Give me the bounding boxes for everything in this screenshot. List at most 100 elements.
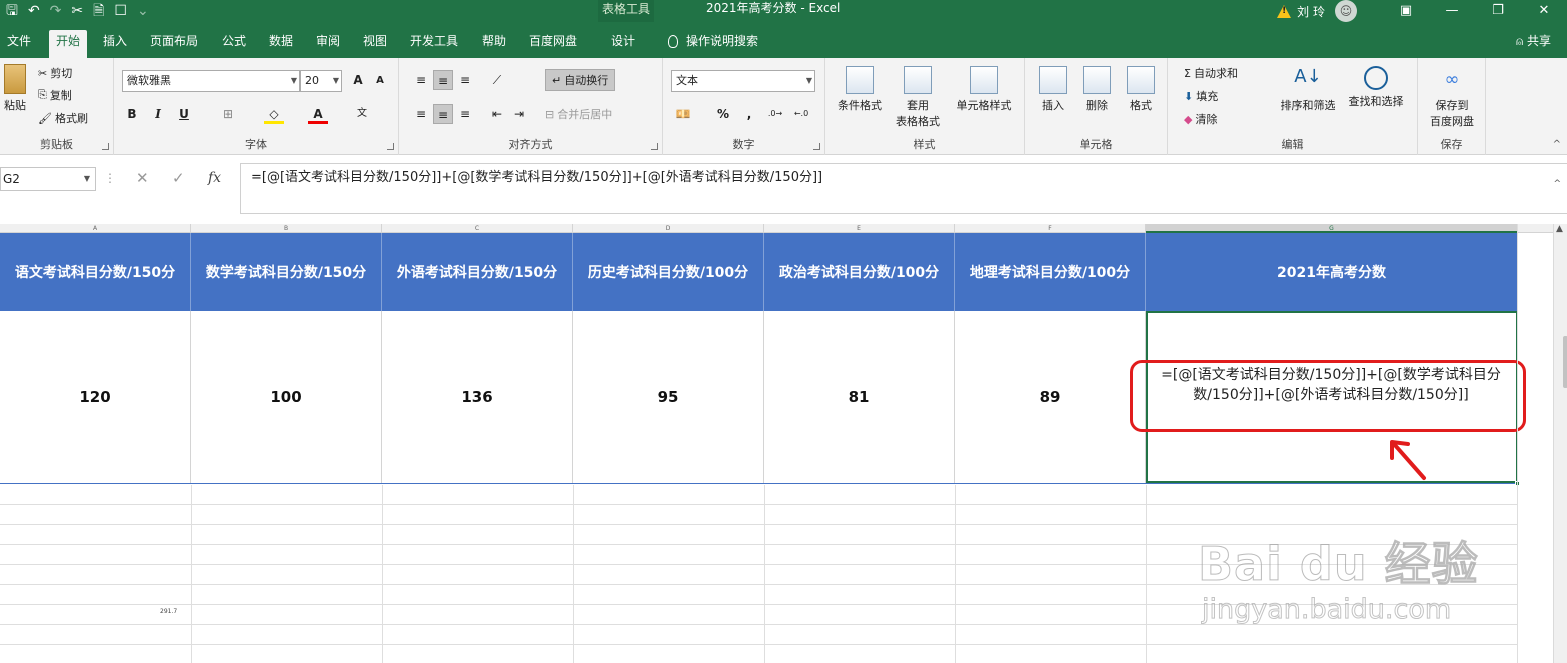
share-button[interactable]: ⍝ 共享 (1516, 30, 1551, 52)
name-box[interactable]: G2 ▼ (0, 167, 96, 191)
vertical-scrollbar[interactable]: ▲ (1553, 224, 1567, 663)
font-size-select[interactable]: 20 ▼ (300, 70, 342, 92)
borders-icon[interactable]: ⊞ (218, 104, 238, 124)
user-name[interactable]: 刘 玲 (1297, 3, 1325, 20)
increase-decimal-icon[interactable]: .0→ (765, 104, 785, 124)
align-left-icon[interactable]: ≡ (411, 104, 431, 124)
percent-button[interactable]: % (713, 104, 733, 124)
column-header-a[interactable]: A (0, 224, 191, 233)
align-top-icon[interactable]: ≡ (411, 70, 431, 90)
column-header-f[interactable]: F (955, 224, 1146, 233)
formula-input[interactable]: =[@[语文考试科目分数/150分]]+[@[数学考试科目分数/150分]]+[… (240, 163, 1567, 214)
header-cell-politics[interactable]: 政治考试科目分数/100分 (764, 233, 955, 311)
column-header-b[interactable]: B (191, 224, 382, 233)
scroll-thumb[interactable] (1563, 336, 1567, 388)
header-cell-foreign-language[interactable]: 外语考试科目分数/150分 (382, 233, 573, 311)
ribbon-display-icon[interactable]: ▣ (1383, 0, 1429, 22)
align-right-icon[interactable]: ≡ (455, 104, 475, 124)
currency-icon[interactable]: 💴 (673, 104, 693, 124)
column-header-d[interactable]: D (573, 224, 764, 233)
align-middle-icon[interactable]: ≡ (433, 70, 453, 90)
cell-styles-button[interactable]: 单元格样式 (949, 66, 1019, 113)
tab-insert[interactable]: 插入 (96, 30, 134, 58)
cell-history-score[interactable]: 95 (573, 311, 764, 483)
cell-stray-value[interactable]: 291.7 (160, 608, 177, 615)
fill-color-icon[interactable]: ◇ (264, 104, 284, 124)
paste-button[interactable]: 粘贴 (0, 64, 30, 113)
redo-icon[interactable]: ↷ (50, 2, 62, 20)
enter-icon[interactable]: ✓ (172, 167, 185, 191)
wrap-text-button[interactable]: ↵ 自动换行 (545, 69, 616, 91)
expand-formula-icon[interactable]: ^ (1553, 170, 1561, 198)
clear-button[interactable]: ◆ 清除 (1184, 110, 1217, 128)
align-bottom-icon[interactable]: ≡ (455, 70, 475, 90)
number-launcher-icon[interactable] (813, 143, 820, 150)
font-launcher-icon[interactable] (387, 143, 394, 150)
find-select-button[interactable]: 查找和选择 (1344, 66, 1408, 109)
autosum-button[interactable]: Σ 自动求和 (1184, 64, 1238, 82)
cell-math-score[interactable]: 100 (191, 311, 382, 483)
header-cell-chinese[interactable]: 语文考试科目分数/150分 (0, 233, 191, 311)
tell-me-search[interactable]: 操作说明搜索 (668, 30, 758, 52)
italic-button[interactable]: I (148, 104, 168, 124)
insert-cells-button[interactable]: 插入 (1033, 66, 1073, 113)
cancel-icon[interactable]: ✕ (136, 167, 149, 191)
cut-button[interactable]: ✂ 剪切 (38, 64, 72, 82)
minimize-icon[interactable]: — (1429, 0, 1475, 22)
align-center-icon[interactable]: ≡ (433, 104, 453, 124)
insert-function-icon[interactable]: fx (208, 167, 221, 189)
fill-button[interactable]: ⬇ 填充 (1184, 87, 1218, 105)
tab-formulas[interactable]: 公式 (215, 30, 253, 58)
customize-qat-icon[interactable]: ⌄ (137, 2, 149, 20)
grow-font-icon[interactable]: A (348, 70, 368, 90)
restore-icon[interactable]: ❐ (1475, 0, 1521, 22)
cell-foreign-language-score[interactable]: 136 (382, 311, 573, 483)
format-as-table-button[interactable]: 套用 表格格式 (887, 66, 949, 129)
tab-home[interactable]: 开始 (49, 30, 88, 58)
underline-button[interactable]: U (174, 104, 194, 124)
tab-help[interactable]: 帮助 (475, 30, 513, 58)
warning-icon[interactable] (1277, 4, 1292, 18)
comma-button[interactable]: , (739, 104, 759, 124)
sort-filter-button[interactable]: A↓ 排序和筛选 (1276, 66, 1340, 113)
alignment-launcher-icon[interactable] (651, 143, 658, 150)
tab-developer[interactable]: 开发工具 (403, 30, 465, 58)
font-name-select[interactable]: 微软雅黑 ▼ (122, 70, 300, 92)
delete-cells-button[interactable]: 删除 (1077, 66, 1117, 113)
cell-chinese-score[interactable]: 120 (0, 311, 191, 483)
save-as-icon[interactable]: 🗎 (93, 2, 104, 20)
column-header-e[interactable]: E (764, 224, 955, 233)
column-header-g[interactable]: G (1146, 224, 1518, 233)
header-cell-history[interactable]: 历史考试科目分数/100分 (573, 233, 764, 311)
cut-icon[interactable]: ✂ (71, 2, 83, 20)
cell-geography-score[interactable]: 89 (955, 311, 1146, 483)
decrease-indent-icon[interactable]: ⇤ (487, 104, 507, 124)
shrink-font-icon[interactable]: A (370, 71, 390, 91)
header-cell-math[interactable]: 数学考试科目分数/150分 (191, 233, 382, 311)
close-icon[interactable]: ✕ (1521, 0, 1567, 22)
header-cell-total[interactable]: 2021年高考分数 (1146, 233, 1517, 311)
scroll-up-icon[interactable]: ▲ (1556, 224, 1563, 234)
format-cells-button[interactable]: 格式 (1121, 66, 1161, 113)
decrease-decimal-icon[interactable]: ←.0 (791, 104, 811, 124)
save-to-baidu-button[interactable]: ∞ 保存到 百度网盘 (1422, 66, 1482, 129)
new-doc-icon[interactable]: ☐ (114, 2, 127, 20)
conditional-format-button[interactable]: 条件格式 (829, 66, 891, 113)
tab-view[interactable]: 视图 (356, 30, 394, 58)
increase-indent-icon[interactable]: ⇥ (509, 104, 529, 124)
collapse-ribbon-icon[interactable]: ^ (1553, 139, 1561, 150)
formula-bar-grip-icon[interactable]: ⋮ (104, 171, 116, 185)
phonetic-icon[interactable]: 文 (352, 104, 372, 124)
tab-file[interactable]: 文件 (0, 30, 38, 58)
format-painter-button[interactable]: 🖌 格式刷 (38, 109, 88, 127)
clipboard-launcher-icon[interactable] (102, 143, 109, 150)
orientation-icon[interactable]: ⟋ (487, 70, 507, 90)
avatar-icon[interactable]: ☺ (1335, 0, 1357, 22)
undo-icon[interactable]: ↶ (28, 2, 40, 20)
tab-data[interactable]: 数据 (262, 30, 300, 58)
save-icon[interactable]: 🖫 (6, 2, 18, 20)
merge-center-button[interactable]: ⊟ 合并后居中 (545, 105, 612, 123)
bold-button[interactable]: B (122, 104, 142, 124)
copy-button[interactable]: ⎘ 复制 (38, 86, 72, 104)
tab-review[interactable]: 审阅 (309, 30, 347, 58)
